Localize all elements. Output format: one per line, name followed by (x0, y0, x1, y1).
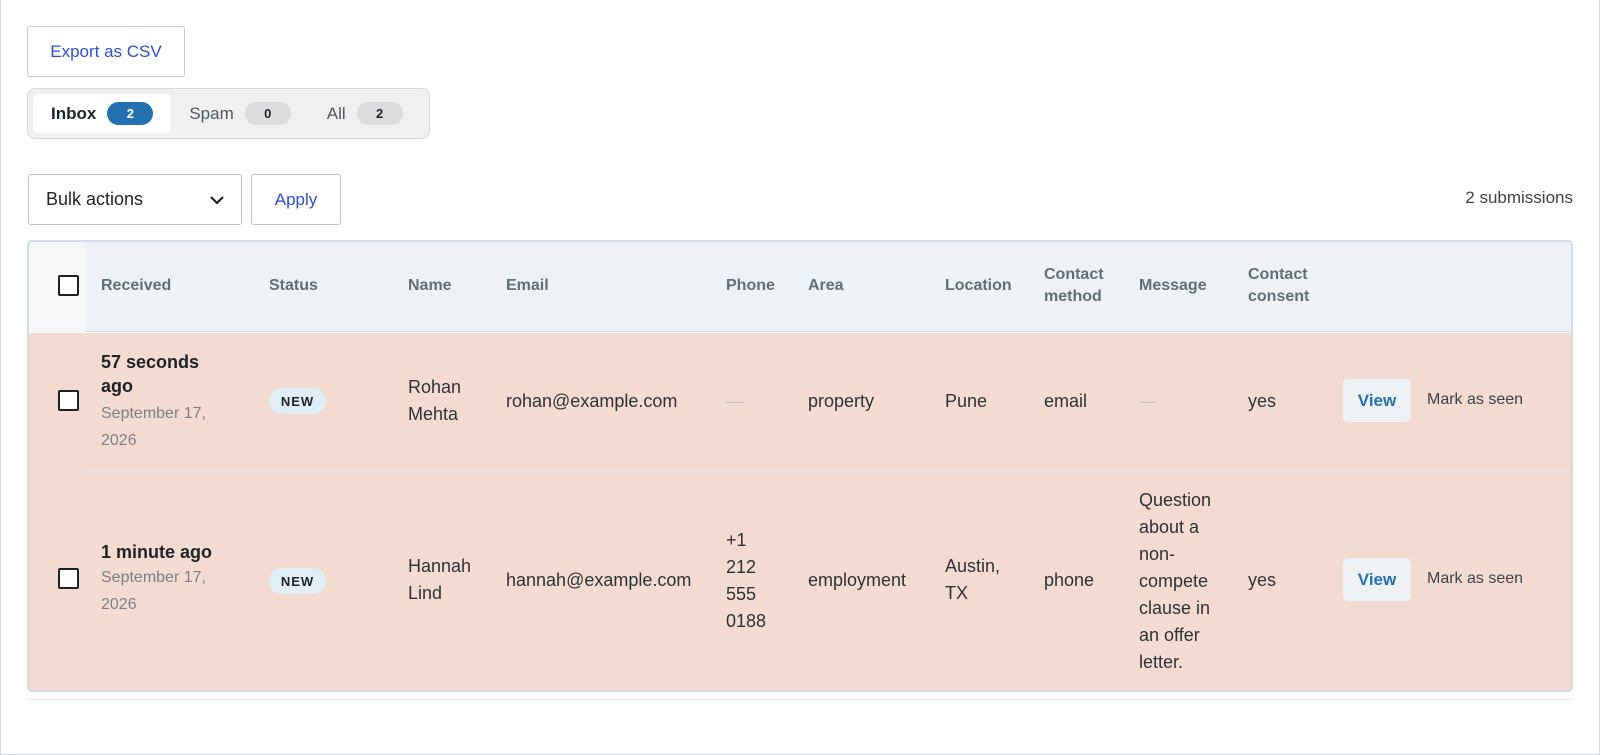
contact-message: Question about a non-compete clause in a… (1139, 490, 1212, 672)
select-all-checkbox[interactable] (58, 275, 79, 296)
view-button[interactable]: View (1343, 558, 1411, 601)
contact-phone: — (726, 391, 744, 411)
tab-inbox[interactable]: Inbox 2 (33, 94, 172, 133)
received-time: 57 seconds ago (101, 352, 200, 396)
contact-method: phone (1044, 570, 1095, 590)
received-date: September 17, 2026 (101, 405, 206, 449)
header-email[interactable]: Email (506, 275, 549, 297)
contact-location: Pune (945, 391, 988, 411)
header-received[interactable]: Received (101, 275, 171, 297)
received-date: September 17, 2026 (101, 569, 206, 613)
tab-spam[interactable]: Spam 0 (171, 94, 308, 133)
contact-name: Rohan Mehta (408, 377, 462, 424)
bulk-actions-value: Bulk actions (46, 189, 144, 209)
apply-button[interactable]: Apply (251, 174, 341, 225)
contact-area: employment (808, 570, 907, 590)
received-time: 1 minute ago (101, 542, 213, 562)
header-phone[interactable]: Phone (726, 275, 775, 297)
header-message[interactable]: Message (1139, 275, 1207, 297)
contact-email: rohan@example.com (506, 391, 678, 411)
tab-all[interactable]: All 2 (309, 94, 421, 133)
table-footer-divider (27, 699, 1573, 700)
contact-consent: yes (1248, 570, 1277, 590)
header-contact-consent[interactable]: Contact consent (1248, 264, 1324, 308)
submissions-table: Received Status Name Email Phone Area Lo… (27, 240, 1573, 692)
status-badge: NEW (269, 388, 326, 414)
tab-spam-label: Spam (189, 103, 234, 123)
contact-area: property (808, 391, 875, 411)
row-checkbox[interactable] (58, 390, 79, 411)
tab-inbox-count: 2 (107, 102, 154, 125)
contact-method: email (1044, 391, 1088, 411)
tab-inbox-label: Inbox (51, 103, 97, 123)
status-badge: NEW (269, 568, 326, 594)
table-row: 57 seconds ago September 17, 2026 NEW Ro… (29, 333, 1571, 472)
table-row: 1 minute ago September 17, 2026 NEW Hann… (29, 471, 1571, 690)
tab-spam-count: 0 (244, 102, 291, 125)
bulk-actions-select[interactable]: Bulk actions (28, 174, 242, 225)
tab-all-label: All (326, 103, 346, 123)
table-header: Received Status Name Email Phone Area Lo… (29, 242, 1571, 332)
submission-count: 2 submissions (1465, 188, 1573, 207)
header-status[interactable]: Status (269, 275, 318, 297)
contact-phone: +1 212 555 0188 (726, 530, 767, 631)
view-button[interactable]: View (1343, 379, 1411, 422)
contact-email: hannah@example.com (506, 570, 692, 590)
contact-name: Hannah Lind (408, 556, 472, 603)
chevron-down-icon (210, 196, 224, 205)
export-csv-button[interactable]: Export as CSV (27, 26, 185, 77)
header-area[interactable]: Area (808, 275, 844, 297)
mark-as-seen-link[interactable]: Mark as seen (1427, 570, 1523, 588)
contact-location: Austin, TX (945, 556, 1001, 603)
status-tabs: Inbox 2 Spam 0 All 2 (27, 88, 430, 139)
contact-message: — (1139, 391, 1157, 411)
contact-consent: yes (1248, 391, 1277, 411)
tab-all-count: 2 (356, 102, 403, 125)
mark-as-seen-link[interactable]: Mark as seen (1427, 391, 1523, 409)
row-checkbox[interactable] (58, 568, 79, 589)
header-location[interactable]: Location (945, 275, 1012, 297)
header-contact-method[interactable]: Contact method (1044, 264, 1120, 308)
header-name[interactable]: Name (408, 275, 452, 297)
